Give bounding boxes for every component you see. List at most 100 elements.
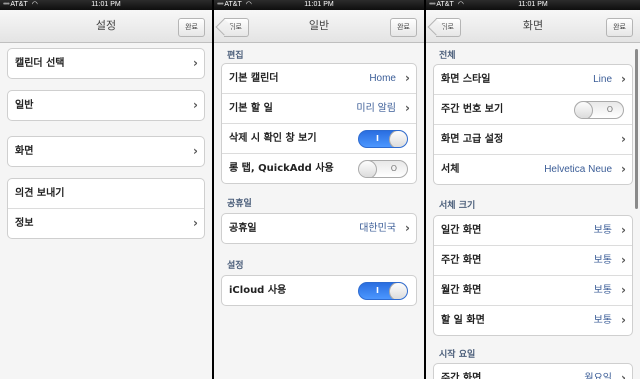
item-label: 정보	[15, 218, 34, 229]
display-panel: •••• AT&T ◠ 11:01 PM 뒤로 화면 완료 전체 화면 스타일 L…	[426, 0, 640, 379]
item-value: 월요일	[584, 373, 612, 379]
item-value: Home	[369, 73, 396, 84]
toggle-knob	[575, 102, 593, 118]
item-label: iCloud 사용	[229, 285, 287, 296]
list-item-confirm-delete: 삭제 시 확인 창 보기 I	[222, 123, 416, 153]
chevron-right-icon: ›	[621, 132, 626, 146]
toggle-on-mark: I	[376, 286, 379, 295]
display-list: 전체 화면 스타일 Line › 주간 번호 보기 O 화면 고급 설정 › 서…	[426, 43, 640, 379]
chevron-right-icon: ›	[621, 72, 626, 86]
status-bar: •••• AT&T ◠ 11:01 PM	[426, 0, 640, 10]
navigation-bar: 뒤로 일반 완료	[214, 10, 424, 43]
item-label: 할 일 화면	[441, 315, 485, 326]
item-value: 대한민국	[359, 223, 396, 234]
list-item-display[interactable]: 화면 ›	[8, 137, 204, 166]
item-label: 주간 화면	[441, 255, 482, 266]
chevron-right-icon: ›	[621, 371, 626, 379]
toggle-knob	[389, 131, 407, 147]
item-value: 보통	[593, 255, 612, 266]
chevron-right-icon: ›	[193, 98, 198, 112]
general-panel: •••• AT&T ◠ 11:01 PM 뒤로 일반 완료 편집 기본 캘린더 H…	[214, 0, 424, 379]
edit-group: 기본 캘린더 Home › 기본 할 일 미리 알림 › 삭제 시 확인 창 보…	[221, 63, 417, 184]
chevron-right-icon: ›	[621, 223, 626, 237]
chevron-right-icon: ›	[193, 56, 198, 70]
toggle-knob	[359, 161, 377, 177]
item-value: 보통	[593, 225, 612, 236]
long-tap-toggle[interactable]: O	[358, 160, 408, 178]
week-number-toggle[interactable]: O	[574, 101, 624, 119]
list-item-feedback[interactable]: 의견 보내기	[8, 179, 204, 208]
chevron-right-icon: ›	[621, 313, 626, 327]
item-value: 보통	[593, 315, 612, 326]
done-button[interactable]: 완료	[390, 18, 417, 37]
item-label: 롱 탭, QuickAdd 사용	[229, 163, 334, 174]
chevron-right-icon: ›	[621, 162, 626, 176]
list-item-week-number: 주간 번호 보기 O	[434, 94, 632, 124]
section-header-start-day: 시작 요일	[439, 350, 476, 360]
list-item-font[interactable]: 서체 Helvetica Neue ›	[434, 154, 632, 184]
chevron-right-icon: ›	[405, 221, 410, 235]
item-value: 미리 알림	[356, 103, 396, 114]
navigation-bar: 뒤로 화면 완료	[426, 10, 640, 43]
icloud-toggle[interactable]: I	[358, 282, 408, 300]
list-item-default-todo[interactable]: 기본 할 일 미리 알림 ›	[222, 93, 416, 123]
list-item-advanced-display[interactable]: 화면 고급 설정 ›	[434, 124, 632, 154]
toggle-off-mark: O	[390, 164, 397, 173]
item-label: 삭제 시 확인 창 보기	[229, 133, 317, 144]
chevron-right-icon: ›	[405, 101, 410, 115]
list-item-calendar-select[interactable]: 캘린더 선택 ›	[8, 49, 204, 78]
toggle-on-mark: I	[376, 134, 379, 143]
item-label: 기본 할 일	[229, 103, 273, 114]
item-value: 보통	[593, 285, 612, 296]
scrollbar[interactable]	[635, 49, 638, 209]
holiday-group: 공휴일 대한민국 ›	[221, 213, 417, 244]
list-item-todo-view[interactable]: 할 일 화면 보통 ›	[434, 305, 632, 335]
general-list: 편집 기본 캘린더 Home › 기본 할 일 미리 알림 › 삭제 시 확인 …	[214, 43, 424, 379]
info-group: 의견 보내기 정보 ›	[7, 178, 205, 239]
item-label: 화면 고급 설정	[441, 134, 504, 145]
navigation-bar: 설정 완료	[0, 10, 212, 43]
clock: 11:01 PM	[304, 1, 334, 8]
status-bar: •••• AT&T ◠ 11:01 PM	[0, 0, 212, 10]
item-label: 월간 화면	[441, 285, 482, 296]
list-item-screen-style[interactable]: 화면 스타일 Line ›	[434, 65, 632, 94]
icloud-group: iCloud 사용 I	[221, 275, 417, 306]
list-item-month-view[interactable]: 월간 화면 보통 ›	[434, 275, 632, 305]
toggle-off-mark: O	[606, 105, 613, 114]
section-header-settings: 설정	[227, 261, 244, 271]
item-label: 화면	[15, 146, 34, 157]
display-group: 화면 ›	[7, 136, 205, 167]
font-size-group: 일간 화면 보통 › 주간 화면 보통 › 월간 화면 보통 › 할 일 화면 …	[433, 215, 633, 336]
list-item-day-view[interactable]: 일간 화면 보통 ›	[434, 216, 632, 245]
clock: 11:01 PM	[91, 1, 121, 8]
list-item-default-calendar[interactable]: 기본 캘린더 Home ›	[222, 64, 416, 93]
item-label: 캘린더 선택	[15, 58, 65, 69]
list-item-holiday[interactable]: 공휴일 대한민국 ›	[222, 214, 416, 243]
item-label: 주간 화면	[441, 373, 482, 379]
toggle-knob	[389, 283, 407, 299]
calendar-select-group: 캘린더 선택 ›	[7, 48, 205, 79]
item-value: Helvetica Neue	[544, 164, 612, 175]
list-item-start-day[interactable]: 주간 화면 월요일 ›	[434, 364, 632, 379]
clock: 11:01 PM	[518, 1, 548, 8]
section-header-holiday: 공휴일	[227, 199, 252, 209]
item-label: 의견 보내기	[15, 188, 65, 199]
item-value: Line	[593, 74, 612, 85]
confirm-delete-toggle[interactable]: I	[358, 130, 408, 148]
done-button[interactable]: 완료	[178, 18, 205, 37]
item-label: 공휴일	[229, 223, 257, 234]
status-bar: •••• AT&T ◠ 11:01 PM	[214, 0, 424, 10]
item-label: 주간 번호 보기	[441, 104, 504, 115]
start-day-group: 주간 화면 월요일 ›	[433, 363, 633, 379]
section-header-all: 전체	[439, 51, 456, 61]
list-item-icloud: iCloud 사용 I	[222, 276, 416, 305]
chevron-right-icon: ›	[621, 253, 626, 267]
list-item-general[interactable]: 일반 ›	[8, 91, 204, 120]
list-item-long-tap: 롱 탭, QuickAdd 사용 O	[222, 153, 416, 183]
all-group: 화면 스타일 Line › 주간 번호 보기 O 화면 고급 설정 › 서체 H…	[433, 64, 633, 185]
list-item-week-view[interactable]: 주간 화면 보통 ›	[434, 245, 632, 275]
done-button[interactable]: 완료	[606, 18, 633, 37]
list-item-about[interactable]: 정보 ›	[8, 208, 204, 238]
section-header-edit: 편집	[227, 51, 244, 61]
item-label: 서체	[441, 164, 460, 175]
